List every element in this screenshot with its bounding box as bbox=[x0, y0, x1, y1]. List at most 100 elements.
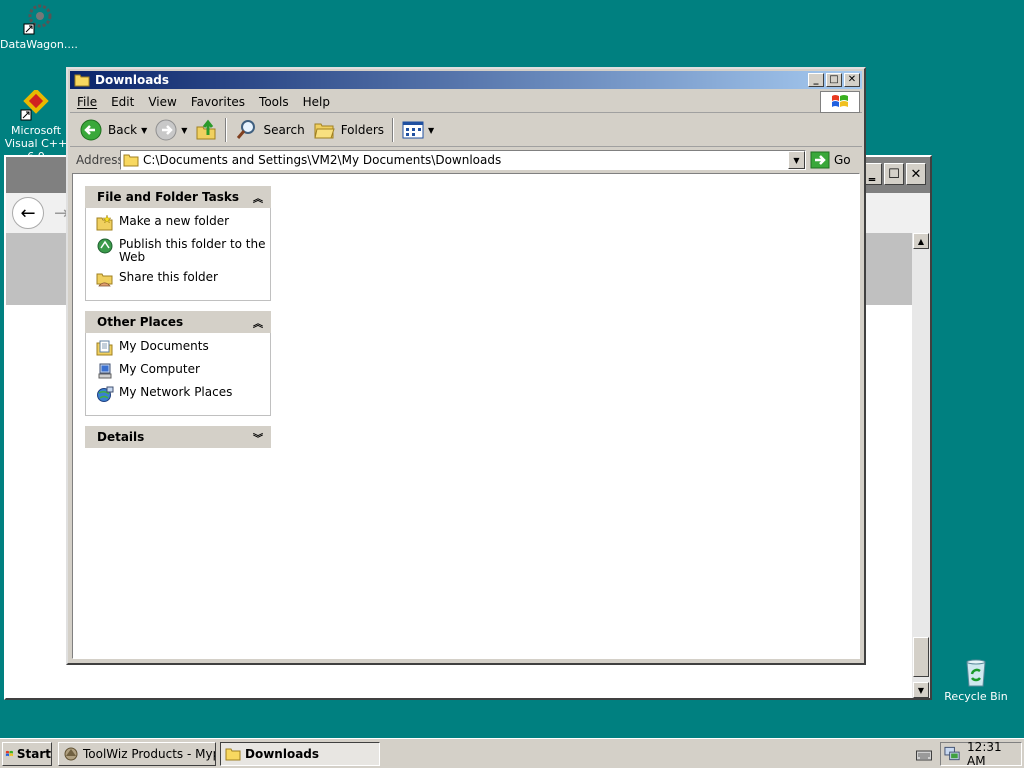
address-bar: Address C:\Documents and Settings\VM2\My… bbox=[70, 148, 862, 172]
collapse-chevron-icon[interactable]: ︽ bbox=[253, 190, 263, 205]
go-arrow-icon bbox=[810, 151, 830, 169]
dropdown-caret-icon[interactable]: ▼ bbox=[141, 126, 147, 135]
folder-icon bbox=[74, 73, 90, 87]
browser-back-button[interactable]: ← bbox=[12, 197, 44, 229]
scroll-thumb[interactable] bbox=[913, 637, 929, 677]
minimize-button[interactable]: _ bbox=[808, 73, 824, 87]
search-button[interactable]: Search bbox=[231, 116, 308, 144]
mypal-browser-icon bbox=[64, 747, 78, 761]
desktop-icon-visual-cpp[interactable]: Microsoft Visual C++ 6.0 bbox=[0, 90, 70, 163]
arrow-left-icon: ← bbox=[20, 202, 36, 224]
menu-view[interactable]: View bbox=[141, 95, 183, 109]
datawagon-icon bbox=[22, 4, 54, 36]
folder-icon bbox=[225, 748, 241, 761]
menu-bar: File Edit View Favorites Tools Help bbox=[70, 91, 862, 113]
collapse-chevron-icon[interactable]: ︽ bbox=[253, 315, 263, 330]
task-label: Make a new folder bbox=[119, 214, 230, 228]
scroll-up-button[interactable]: ▲ bbox=[913, 233, 929, 249]
taskbar-item-downloads[interactable]: Downloads bbox=[220, 742, 380, 766]
toolbar-separator bbox=[225, 118, 228, 142]
place-label: My Computer bbox=[119, 362, 200, 376]
my-documents-icon bbox=[96, 340, 113, 356]
taskbar: Start ToolWiz Products - Mypal Downloads… bbox=[0, 738, 1024, 768]
windows-logo-icon bbox=[5, 750, 13, 757]
toolbar: Back ▼ ▼ Search Folders ▼ bbox=[70, 114, 862, 147]
back-button[interactable]: Back ▼ bbox=[76, 116, 151, 144]
window-titlebar[interactable]: Downloads _ □ ✕ bbox=[70, 71, 862, 89]
menu-favorites[interactable]: Favorites bbox=[184, 95, 252, 109]
task-share-folder[interactable]: Share this folder bbox=[96, 271, 266, 287]
taskbar-item-mypal[interactable]: ToolWiz Products - Mypal bbox=[58, 742, 216, 766]
explorer-window[interactable]: Downloads _ □ ✕ File Edit View Favorites… bbox=[66, 67, 866, 665]
task-publish-folder[interactable]: Publish this folder to the Web bbox=[96, 238, 266, 264]
maximize-button[interactable]: □ bbox=[826, 73, 842, 87]
system-tray: 12:31 AM bbox=[940, 740, 1022, 768]
new-folder-icon bbox=[96, 215, 113, 231]
panel-header[interactable]: Other Places ︽ bbox=[85, 311, 271, 333]
network-places-icon bbox=[97, 386, 114, 402]
close-button[interactable]: ✕ bbox=[906, 163, 926, 185]
task-label: Share this folder bbox=[119, 270, 218, 284]
address-dropdown-button[interactable]: ▼ bbox=[788, 151, 805, 169]
browser-scrollbar[interactable]: ▲ ▼ bbox=[912, 233, 930, 698]
panel-header[interactable]: File and Folder Tasks ︽ bbox=[85, 186, 271, 208]
place-my-documents[interactable]: My Documents bbox=[96, 340, 266, 356]
back-label: Back bbox=[108, 123, 138, 137]
address-value: C:\Documents and Settings\VM2\My Documen… bbox=[143, 153, 502, 167]
desktop-icon-datawagon[interactable]: DataWagon.... bbox=[0, 4, 78, 51]
start-label: Start bbox=[16, 747, 51, 761]
network-tray-icon[interactable] bbox=[944, 746, 961, 762]
task-label: Downloads bbox=[245, 747, 320, 761]
place-my-computer[interactable]: My Computer bbox=[96, 363, 266, 379]
menu-edit[interactable]: Edit bbox=[104, 95, 141, 109]
panel-header[interactable]: Details ︾ bbox=[85, 426, 271, 448]
go-button[interactable]: Go bbox=[810, 151, 851, 169]
desktop-icon-label: DataWagon.... bbox=[0, 38, 78, 51]
panel-title: Other Places bbox=[97, 315, 184, 329]
dropdown-caret-icon[interactable]: ▼ bbox=[428, 126, 434, 135]
scroll-down-button[interactable]: ▼ bbox=[913, 682, 929, 698]
other-places-panel: Other Places ︽ My Documents My Computer … bbox=[85, 311, 271, 416]
desktop-icon-recycle-bin[interactable]: Recycle Bin bbox=[938, 656, 1014, 703]
forward-arrow-icon bbox=[155, 119, 177, 141]
publish-web-icon bbox=[97, 238, 113, 254]
folder-icon bbox=[123, 154, 139, 167]
expand-chevron-icon[interactable]: ︾ bbox=[253, 430, 263, 445]
place-my-network-places[interactable]: My Network Places bbox=[96, 386, 266, 402]
keyboard-icon[interactable] bbox=[916, 749, 932, 764]
windows-logo-icon bbox=[820, 91, 860, 113]
up-folder-button[interactable] bbox=[191, 116, 221, 144]
share-folder-icon bbox=[96, 273, 113, 287]
my-computer-icon bbox=[98, 363, 112, 379]
panel-title: File and Folder Tasks bbox=[97, 190, 240, 204]
go-label: Go bbox=[834, 153, 851, 167]
menu-help[interactable]: Help bbox=[296, 95, 337, 109]
folders-icon bbox=[314, 123, 335, 139]
details-panel: Details ︾ bbox=[85, 426, 271, 448]
views-icon bbox=[402, 121, 424, 139]
search-label: Search bbox=[263, 123, 305, 137]
views-button[interactable]: ▼ bbox=[398, 116, 438, 144]
folders-label: Folders bbox=[340, 123, 385, 137]
recycle-bin-icon bbox=[960, 656, 992, 688]
folders-button[interactable]: Folders bbox=[309, 116, 388, 144]
maximize-button[interactable]: ☐ bbox=[884, 163, 904, 185]
background-window-controls: ‗ ☐ ✕ bbox=[862, 163, 926, 185]
place-label: My Documents bbox=[119, 339, 209, 353]
folder-content-pane[interactable]: File and Folder Tasks ︽ Make a new folde… bbox=[72, 173, 860, 659]
menu-tools[interactable]: Tools bbox=[252, 95, 296, 109]
start-button[interactable]: Start bbox=[2, 742, 52, 766]
forward-button[interactable]: ▼ bbox=[151, 116, 191, 144]
address-label: Address bbox=[76, 153, 124, 167]
menu-file[interactable]: File bbox=[70, 95, 104, 109]
clock[interactable]: 12:31 AM bbox=[967, 740, 1021, 768]
close-button[interactable]: ✕ bbox=[844, 73, 860, 87]
address-input[interactable]: C:\Documents and Settings\VM2\My Documen… bbox=[120, 150, 806, 170]
panel-title: Details bbox=[97, 430, 145, 444]
window-title: Downloads bbox=[95, 73, 170, 87]
toolbar-separator bbox=[392, 118, 395, 142]
task-make-new-folder[interactable]: Make a new folder bbox=[96, 215, 266, 231]
search-icon bbox=[237, 120, 256, 139]
dropdown-caret-icon[interactable]: ▼ bbox=[181, 126, 187, 135]
back-arrow-icon bbox=[80, 119, 102, 141]
